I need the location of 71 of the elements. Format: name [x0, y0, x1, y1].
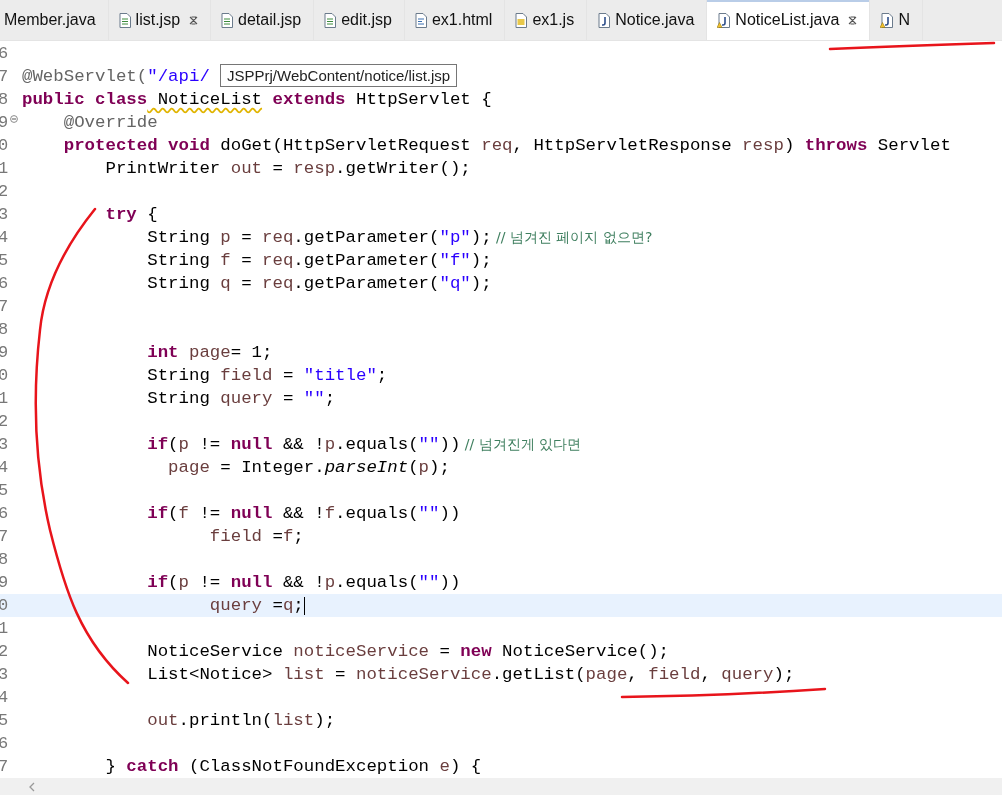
code-line: int page= 1; [146, 343, 273, 362]
code-line: protected void doGet(HttpServletRequest req, HttpServletResponse resp) throws Servlet [62, 136, 951, 155]
tab-label: N [898, 11, 910, 29]
code-line: String p = req.getParameter("p"); // 넘겨진 페이지 없으면? [146, 228, 653, 247]
line-number: 6 [0, 274, 9, 293]
line-number: 7 [0, 757, 9, 776]
code-line: @WebServlet("/api/ [22, 67, 210, 86]
java-file-icon [597, 12, 611, 28]
code-line: if(p != null && !p.equals("")) [146, 573, 461, 592]
jsp-file-icon [324, 12, 337, 28]
line-number: 1 [0, 159, 9, 178]
line-number: 2 [0, 642, 9, 661]
jsp-file-icon [118, 12, 131, 28]
code-line: field =f; [208, 527, 304, 546]
code-line: @Override [62, 113, 158, 132]
js-file-icon [515, 12, 528, 28]
text-cursor [303, 596, 305, 615]
code-line: if(p != null && !p.equals("")) // 넘겨진게 있다면 [146, 435, 582, 454]
horizontal-scrollbar[interactable] [0, 778, 1002, 795]
tooltip: JSPPrj/WebContent/notice/list.jsp [220, 64, 458, 87]
editor-tab[interactable]: detail.jsp [211, 0, 315, 40]
line-number: 7 [0, 527, 9, 546]
line-number: 1 [0, 619, 9, 638]
code-line: String field = "title"; [146, 366, 388, 385]
line-number: 6 [0, 44, 9, 63]
line-number: 2 [0, 412, 9, 431]
tab-label: edit.jsp [341, 11, 392, 29]
editor-tab[interactable]: NoticeList.java [707, 0, 871, 40]
code-line: public class NoticeList extends HttpServlet { [22, 90, 492, 109]
line-number: 9 [0, 573, 9, 592]
code-line: query =q; [208, 596, 304, 615]
code-line: NoticeService noticeService = new NoticeService(); [146, 642, 670, 661]
editor-tab[interactable]: edit.jsp [314, 0, 405, 40]
fold-toggle-icon[interactable] [10, 115, 18, 123]
code-line: String query = ""; [146, 389, 336, 408]
tab-label: detail.jsp [238, 11, 302, 29]
editor-tab[interactable]: ex1.html [404, 0, 506, 40]
code-line: } catch (ClassNotFoundException e) { [104, 757, 482, 776]
close-icon[interactable] [848, 15, 858, 25]
code-line: out.println(list); [146, 711, 336, 730]
line-number: 6 [0, 504, 9, 523]
tab-label: list.jsp [135, 11, 181, 29]
java-file-icon [717, 12, 731, 28]
tab-label: ex1.html [431, 11, 493, 29]
editor-tab[interactable]: Member.java [0, 0, 109, 40]
code-line: PrintWriter out = resp.getWriter(); [104, 159, 471, 178]
line-number: 9 [0, 113, 9, 132]
line-number: 1 [0, 389, 9, 408]
code-line: List<Notice> list = noticeService.getList(page, field, query); [146, 665, 795, 684]
tab-label: NoticeList.java [735, 11, 840, 29]
code-line: try { [104, 205, 158, 224]
editor-tab[interactable]: list.jsp [108, 0, 212, 40]
line-number: 2 [0, 182, 9, 201]
close-icon[interactable] [189, 15, 199, 25]
line-number: 7 [0, 297, 9, 316]
java-file-icon [880, 12, 894, 28]
editor-tab[interactable]: N [870, 0, 923, 40]
scroll-left-icon[interactable] [28, 781, 36, 792]
code-line: if(f != null && !f.equals("")) [146, 504, 461, 523]
jsp-file-icon [221, 12, 234, 28]
editor-tab[interactable]: ex1.js [505, 0, 588, 40]
html-file-icon [414, 12, 427, 28]
line-number: 9 [0, 343, 9, 362]
tab-label: Notice.java [615, 11, 695, 29]
line-number: 6 [0, 734, 9, 753]
tab-label: Member.java [4, 11, 96, 29]
code-line: String q = req.getParameter("q"); [146, 274, 492, 293]
code-line: page = Integer.parseInt(p); [167, 458, 450, 477]
code-line: String f = req.getParameter("f"); [146, 251, 492, 270]
line-number: 7 [0, 67, 9, 86]
tab-label: ex1.js [532, 11, 575, 29]
